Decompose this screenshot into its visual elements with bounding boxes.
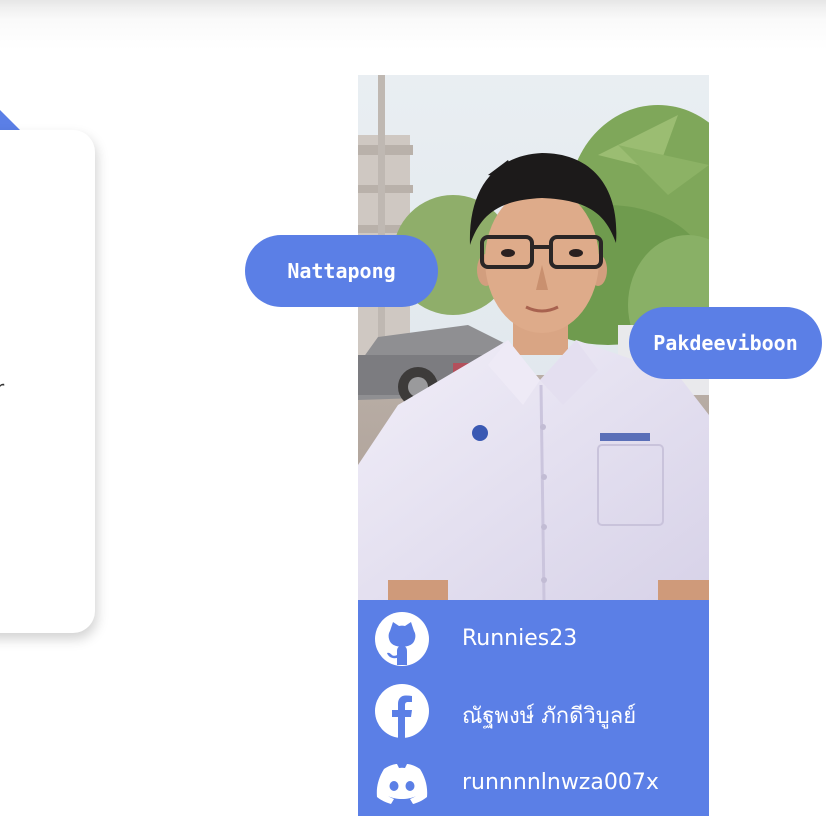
discord-link[interactable]: runnnnlnwza007x bbox=[358, 748, 709, 814]
github-link[interactable]: Runnies23 bbox=[358, 604, 709, 670]
profile-card: Runnies23 ณัฐพงษ์ ภักดีวิบูลย์ runnnnlnw… bbox=[358, 75, 709, 816]
info-card bbox=[0, 130, 95, 633]
facebook-name: ณัฐพงษ์ ภักดีวิบูลย์ bbox=[462, 704, 637, 729]
top-header-shadow bbox=[0, 0, 826, 50]
social-links-panel: Runnies23 ณัฐพงษ์ ภักดีวิบูลย์ runnnnlnw… bbox=[358, 600, 709, 816]
discord-username: runnnnlnwza007x bbox=[462, 770, 659, 795]
last-name-badge: Pakdeeviboon bbox=[629, 307, 822, 379]
github-username: Runnies23 bbox=[462, 626, 578, 651]
first-name-badge: Nattapong bbox=[245, 235, 438, 307]
facebook-link[interactable]: ณัฐพงษ์ ภักดีวิบูลย์ bbox=[358, 676, 709, 742]
facebook-icon bbox=[374, 683, 430, 739]
discord-icon bbox=[374, 755, 430, 811]
info-card-text: r bbox=[0, 376, 5, 400]
card-corner-accent bbox=[0, 110, 20, 130]
github-icon bbox=[374, 611, 430, 667]
